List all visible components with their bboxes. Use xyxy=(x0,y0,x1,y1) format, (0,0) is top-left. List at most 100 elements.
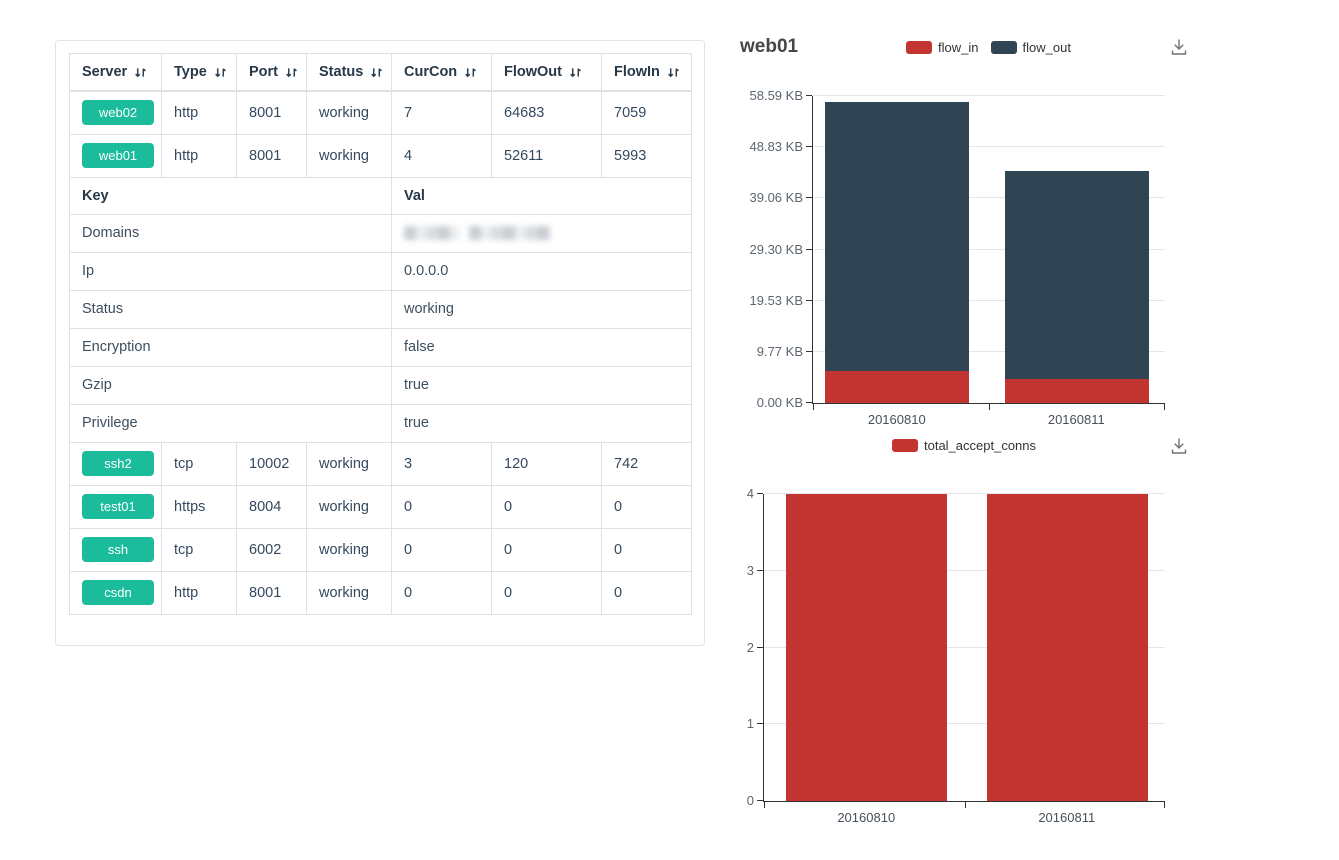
kv-val: false xyxy=(392,328,692,366)
col-header-type[interactable]: Type xyxy=(162,54,237,92)
bar-segment-total-accept-conns[interactable] xyxy=(987,494,1148,801)
sort-icon xyxy=(569,66,582,79)
sort-icon xyxy=(134,66,147,79)
kv-row-status: Status working xyxy=(70,290,692,328)
x-axis-tick xyxy=(1164,801,1165,808)
sort-icon xyxy=(464,66,477,79)
status-cell: working xyxy=(307,485,392,528)
y-axis-tick xyxy=(806,249,812,250)
port-cell: 6002 xyxy=(237,528,307,571)
col-header-flowout[interactable]: FlowOut xyxy=(492,54,602,92)
y-axis-tick xyxy=(806,402,812,403)
download-icon[interactable] xyxy=(1168,36,1190,58)
legend-item-flow-out[interactable]: flow_out xyxy=(991,40,1071,55)
table-row-ssh2: ssh2 tcp 10002 working 3 120 742 xyxy=(70,442,692,485)
y-axis-label: 4 xyxy=(747,486,754,502)
flowin-cell: 7059 xyxy=(602,91,692,134)
legend-item-total-accept-conns[interactable]: total_accept_conns xyxy=(892,438,1036,453)
col-header-status[interactable]: Status xyxy=(307,54,392,92)
x-axis-label: 20160811 xyxy=(1048,412,1105,427)
server-badge[interactable]: ssh xyxy=(82,537,154,562)
y-axis-tick xyxy=(806,197,812,198)
table-header-row: Server Type Port Status CurCon FlowOut F… xyxy=(70,54,692,92)
server-badge[interactable]: csdn xyxy=(82,580,154,605)
table-row-test01: test01 https 8004 working 0 0 0 xyxy=(70,485,692,528)
y-axis-tick xyxy=(806,351,812,352)
bar-segment-flow-in[interactable] xyxy=(1005,379,1149,403)
legend-label: total_accept_conns xyxy=(924,438,1036,453)
conns-chart-legend: total_accept_conns xyxy=(763,438,1165,453)
bar-20160811 xyxy=(1005,96,1149,403)
curcon-cell: 0 xyxy=(392,571,492,614)
kv-key: Encryption xyxy=(70,328,392,366)
dashboard-page: Server Type Port Status CurCon FlowOut F… xyxy=(0,0,1339,860)
curcon-cell: 0 xyxy=(392,528,492,571)
port-cell: 8004 xyxy=(237,485,307,528)
x-axis-tick xyxy=(813,403,814,410)
bar-segment-flow-out[interactable] xyxy=(1005,171,1149,379)
curcon-cell: 4 xyxy=(392,134,492,177)
flowout-cell: 0 xyxy=(492,528,602,571)
col-header-port[interactable]: Port xyxy=(237,54,307,92)
y-axis-label: 2 xyxy=(747,640,754,656)
x-axis-tick xyxy=(965,801,966,808)
flowout-cell: 0 xyxy=(492,485,602,528)
port-cell: 8001 xyxy=(237,134,307,177)
flow-chart-plot: 0.00 KB 9.77 KB 19.53 KB 29.30 KB 39.06 … xyxy=(812,96,1165,404)
sort-icon xyxy=(667,66,680,79)
col-header-label: CurCon xyxy=(404,64,457,80)
col-header-label: Port xyxy=(249,64,278,80)
col-header-label: Status xyxy=(319,64,363,80)
kv-row-privilege: Privilege true xyxy=(70,404,692,442)
kv-row-ip: Ip 0.0.0.0 xyxy=(70,252,692,290)
port-cell: 8001 xyxy=(237,571,307,614)
server-badge[interactable]: web02 xyxy=(82,100,154,125)
type-cell: http xyxy=(162,134,237,177)
download-icon[interactable] xyxy=(1168,435,1190,457)
legend-label: flow_out xyxy=(1023,40,1071,55)
legend-swatch-flow-out xyxy=(991,41,1017,54)
bar-segment-total-accept-conns[interactable] xyxy=(786,494,947,801)
col-header-curcon[interactable]: CurCon xyxy=(392,54,492,92)
y-axis-tick xyxy=(757,493,763,494)
y-axis-label: 19.53 KB xyxy=(750,293,804,309)
table-row-web01: web01 http 8001 working 4 52611 5993 xyxy=(70,134,692,177)
x-axis-tick xyxy=(989,403,990,410)
status-cell: working xyxy=(307,528,392,571)
kv-val: true xyxy=(392,366,692,404)
sort-icon xyxy=(285,66,298,79)
kv-key: Gzip xyxy=(70,366,392,404)
col-header-flowin[interactable]: FlowIn xyxy=(602,54,692,92)
col-header-label: FlowOut xyxy=(504,64,562,80)
legend-item-flow-in[interactable]: flow_in xyxy=(906,40,978,55)
kv-val: 0.0.0.0 xyxy=(392,252,692,290)
flowin-cell: 5993 xyxy=(602,134,692,177)
curcon-cell: 7 xyxy=(392,91,492,134)
curcon-cell: 3 xyxy=(392,442,492,485)
kv-val: true xyxy=(392,404,692,442)
server-badge[interactable]: test01 xyxy=(82,494,154,519)
sort-icon xyxy=(370,66,383,79)
server-badge[interactable]: web01 xyxy=(82,143,154,168)
server-badge[interactable]: ssh2 xyxy=(82,451,154,476)
kv-row-encryption: Encryption false xyxy=(70,328,692,366)
conns-chart-plot: 0 1 2 3 4 20160810 20160811 xyxy=(763,494,1165,802)
y-axis-tick xyxy=(757,723,763,724)
x-axis-label: 20160811 xyxy=(1038,810,1095,825)
status-cell: working xyxy=(307,571,392,614)
y-axis-tick xyxy=(757,647,763,648)
bar-segment-flow-in[interactable] xyxy=(825,371,969,403)
x-axis-tick xyxy=(764,801,765,808)
server-cell: web02 xyxy=(70,91,162,134)
x-axis-label: 20160810 xyxy=(837,810,895,825)
y-axis-label: 48.83 KB xyxy=(750,139,804,155)
col-header-server[interactable]: Server xyxy=(70,54,162,92)
col-header-label: Server xyxy=(82,64,127,80)
y-axis-tick xyxy=(757,800,763,801)
x-axis-label: 20160810 xyxy=(868,412,926,427)
server-table: Server Type Port Status CurCon FlowOut F… xyxy=(69,53,692,615)
bar-segment-flow-out[interactable] xyxy=(825,102,969,371)
server-cell: web01 xyxy=(70,134,162,177)
type-cell: http xyxy=(162,91,237,134)
type-cell: tcp xyxy=(162,442,237,485)
